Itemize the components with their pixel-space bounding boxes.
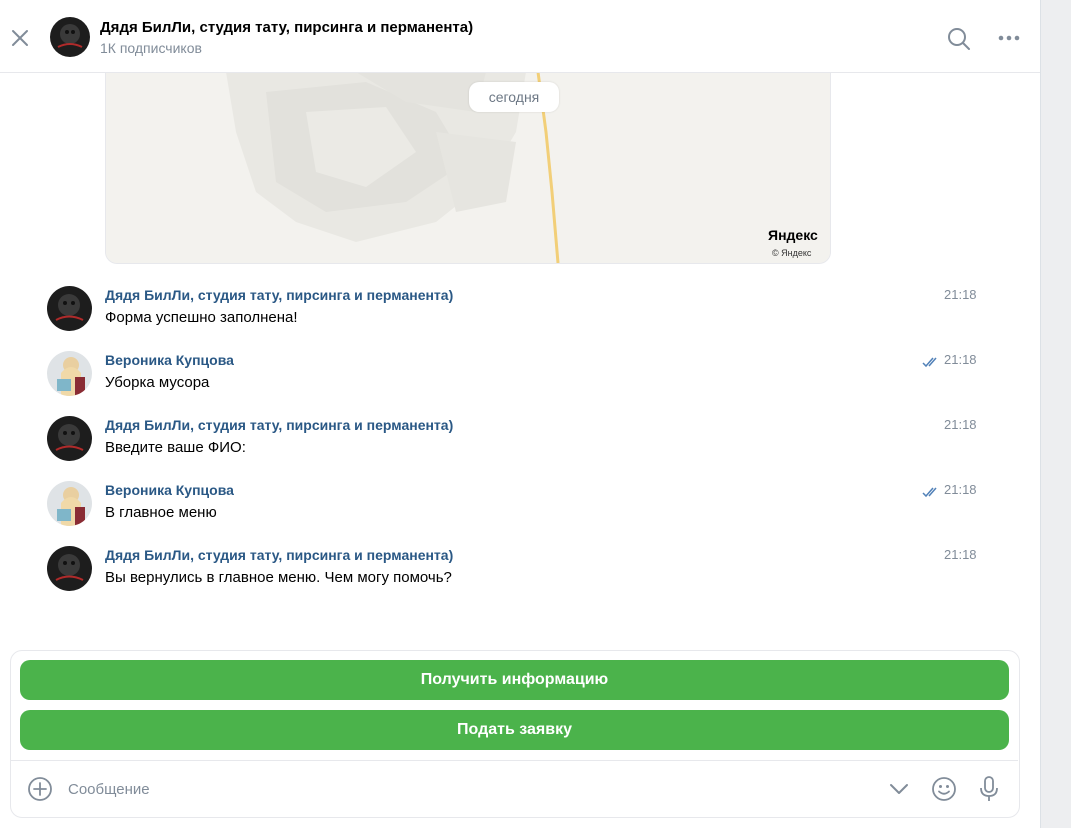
message-text: Введите ваше ФИО:: [105, 439, 246, 456]
avatar[interactable]: [47, 481, 92, 526]
message-item: Вероника Купцова В главное меню 21:18: [0, 479, 1040, 539]
chevron-down-icon[interactable]: [887, 780, 911, 798]
community-avatar[interactable]: [50, 17, 90, 57]
message-text: Вы вернулись в главное меню. Чем могу по…: [105, 569, 452, 586]
date-chip: сегодня: [469, 82, 559, 112]
get-info-button[interactable]: Получить информацию: [20, 660, 1009, 700]
message-author[interactable]: Вероника Купцова: [105, 482, 234, 498]
chat-header: Дядя БилЛи, студия тату, пирсинга и перм…: [0, 0, 1040, 73]
plus-circle-icon[interactable]: [27, 776, 53, 802]
chat-panel: Яндекс © Яндекс сегодня Дядя БилЛи, студ…: [0, 0, 1041, 828]
message-item: Дядя БилЛи, студия тату, пирсинга и перм…: [0, 284, 1040, 344]
subscriber-count: 1К подписчиков: [100, 40, 202, 56]
message-item: Дядя БилЛи, студия тату, пирсинга и перм…: [0, 544, 1040, 604]
page-background: [1041, 0, 1071, 828]
message-input[interactable]: [66, 772, 870, 806]
chat-title[interactable]: Дядя БилЛи, студия тату, пирсинга и перм…: [100, 19, 473, 36]
message-time: 21:18: [944, 482, 977, 497]
message-item: Дядя БилЛи, студия тату, пирсинга и перм…: [0, 414, 1040, 474]
message-time: 21:18: [944, 417, 977, 432]
avatar[interactable]: [47, 351, 92, 396]
microphone-icon[interactable]: [976, 775, 1002, 803]
message-author[interactable]: Дядя БилЛи, студия тату, пирсинга и перм…: [105, 417, 453, 433]
read-ticks-icon: [922, 487, 937, 498]
message-text: Уборка мусора: [105, 374, 210, 391]
message-text: В главное меню: [105, 504, 217, 521]
submit-request-button[interactable]: Подать заявку: [20, 710, 1009, 750]
avatar[interactable]: [47, 416, 92, 461]
message-time: 21:18: [944, 287, 977, 302]
message-author[interactable]: Дядя БилЛи, студия тату, пирсинга и перм…: [105, 287, 453, 303]
close-icon[interactable]: [8, 26, 32, 50]
message-item: Вероника Купцова Уборка мусора 21:18: [0, 349, 1040, 409]
avatar[interactable]: [47, 286, 92, 331]
search-icon[interactable]: [946, 26, 972, 52]
more-icon[interactable]: [996, 28, 1022, 48]
map-tiles: Яндекс © Яндекс: [106, 72, 830, 263]
read-ticks-icon: [922, 357, 937, 368]
message-text: Форма успешно заполнена!: [105, 309, 298, 326]
map-attachment[interactable]: Яндекс © Яндекс: [105, 72, 831, 264]
smile-icon[interactable]: [931, 776, 957, 802]
map-copyright: © Яндекс: [772, 248, 812, 258]
yandex-logo: Яндекс: [768, 227, 818, 243]
message-author[interactable]: Вероника Купцова: [105, 352, 234, 368]
avatar[interactable]: [47, 546, 92, 591]
composer-divider: [10, 760, 1018, 761]
message-author[interactable]: Дядя БилЛи, студия тату, пирсинга и перм…: [105, 547, 453, 563]
message-time: 21:18: [944, 352, 977, 367]
message-time: 21:18: [944, 547, 977, 562]
